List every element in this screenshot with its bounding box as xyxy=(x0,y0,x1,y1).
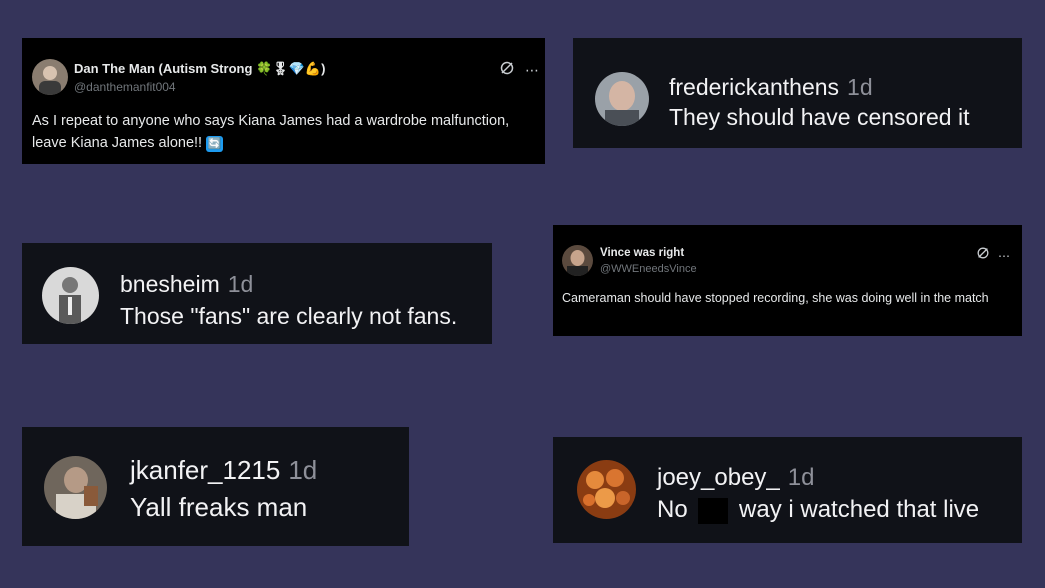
comment-age: 1d xyxy=(787,464,815,491)
comment-text: Those "fans" are clearly not fans. xyxy=(120,303,458,329)
grok-icon[interactable] xyxy=(499,60,515,81)
comment-card-joey-obey: joey_obey_ 1d No way i watched that live xyxy=(553,437,1022,543)
comment-card-bnesheim: bnesheim 1d Those "fans" are clearly not … xyxy=(22,243,492,344)
tweet-actions: ⋯ xyxy=(976,246,1010,265)
avatar[interactable] xyxy=(562,245,593,276)
comment-text: They should have censored it xyxy=(669,104,970,130)
comment-text: Yall freaks man xyxy=(130,492,308,522)
comment-text: No way i watched that live xyxy=(657,496,980,524)
display-name[interactable]: Vince was right xyxy=(600,247,684,259)
comment-card-frederickanthens: frederickanthens 1d They should have cens… xyxy=(573,38,1022,148)
more-options-icon[interactable]: ⋯ xyxy=(525,62,540,79)
avatar[interactable] xyxy=(595,72,649,126)
tweet-text: As I repeat to anyone who says Kiana Jam… xyxy=(32,113,510,152)
avatar[interactable] xyxy=(32,59,68,95)
comment-age: 1d xyxy=(288,455,318,485)
avatar[interactable] xyxy=(44,456,107,519)
repeat-emoji-icon: 🔄 xyxy=(206,136,224,152)
more-options-icon[interactable]: ⋯ xyxy=(998,249,1010,263)
comment-username[interactable]: jkanfer_1215 1d xyxy=(130,455,317,486)
name-emojis: 🍀🎖💎💪) xyxy=(256,61,326,76)
avatar[interactable] xyxy=(42,267,99,324)
grok-icon[interactable] xyxy=(976,246,990,265)
comment-username[interactable]: joey_obey_ 1d xyxy=(657,464,814,492)
comment-username[interactable]: bnesheim 1d xyxy=(120,271,253,298)
comment-age: 1d xyxy=(227,271,254,297)
tweet-actions: ⋯ xyxy=(499,60,540,81)
display-name[interactable]: Dan The Man (Autism Strong 🍀🎖💎💪) xyxy=(74,61,325,77)
tweet-card-dan: Dan The Man (Autism Strong 🍀🎖💎💪) @danthe… xyxy=(22,38,545,164)
handle[interactable]: @WWEneedsVince xyxy=(600,263,697,275)
tweet-card-vince: Vince was right @WWEneedsVince ⋯ Cameram… xyxy=(553,225,1022,336)
avatar[interactable] xyxy=(577,460,636,519)
comment-card-jkanfer: jkanfer_1215 1d Yall freaks man xyxy=(22,427,409,546)
comment-username[interactable]: frederickanthens 1d xyxy=(669,74,873,101)
handle[interactable]: @danthemanfit004 xyxy=(74,80,176,94)
redaction-box xyxy=(698,497,729,524)
comment-age: 1d xyxy=(847,74,873,100)
tweet-text: Cameraman should have stopped recording,… xyxy=(562,291,989,305)
